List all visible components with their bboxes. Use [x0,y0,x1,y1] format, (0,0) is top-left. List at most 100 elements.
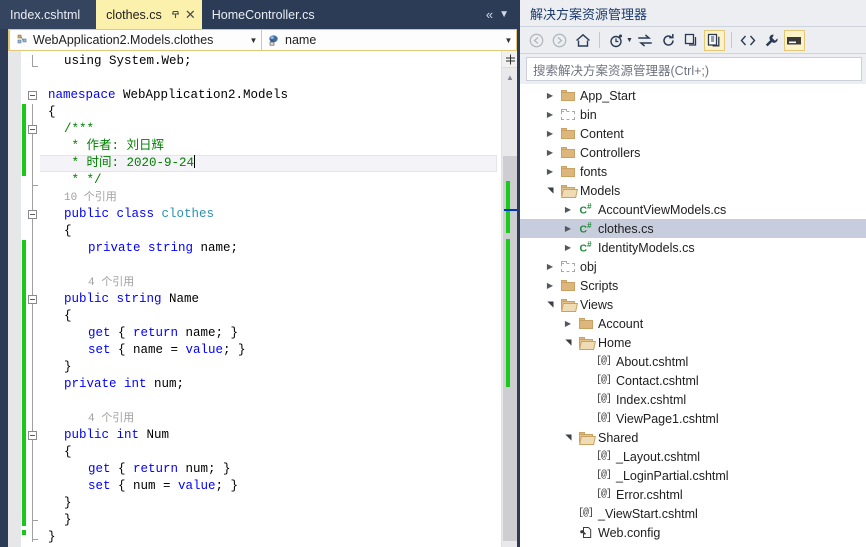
refresh-icon[interactable] [658,30,679,51]
preview-selected-items-icon[interactable] [783,29,805,51]
pin-icon[interactable] [168,6,183,23]
tree-item[interactable]: [@] Index.cshtml [520,390,866,409]
tree-item[interactable]: ▶ Controllers [520,143,866,162]
scroll-up-icon[interactable]: ▲ [502,71,517,83]
code-line: public class clothes [40,206,501,223]
tree-item[interactable]: ▶ obj [520,257,866,276]
folder-open-icon [558,299,577,310]
razor-view-icon: [@] [595,489,612,500]
tree-item[interactable]: [@] About.cshtml [520,352,866,371]
document-tab[interactable]: clothes.cs ✕ [96,0,202,29]
pending-changes-icon[interactable] [606,30,627,51]
type-dropdown[interactable]: WebApplication2.Models.clothes ▼ [8,29,262,51]
chevron-right-icon[interactable]: ▶ [542,148,558,157]
code-line: 10 个引用 [40,189,501,206]
tree-item[interactable]: ◢ Views [520,295,866,314]
tree-item[interactable]: ▶ fonts [520,162,866,181]
chevron-right-icon[interactable]: ▶ [542,281,558,290]
chevron-right-icon[interactable]: ▶ [560,319,576,328]
properties-icon[interactable] [761,30,782,51]
tree-item[interactable]: [@] Error.cshtml [520,485,866,504]
tree-item[interactable]: ▶ App_Start [520,86,866,105]
outlining-margin[interactable] [26,51,40,547]
tree-item[interactable]: [@] _Layout.cshtml [520,447,866,466]
tree-item-label: bin [580,107,597,122]
fold-toggle[interactable] [28,295,37,304]
chevron-right-icon[interactable]: ▶ [560,224,576,233]
tree-item[interactable]: ▶ Account [520,314,866,333]
code-token: ; } [223,343,246,357]
code-token: /*** [64,122,95,136]
chevron-right-icon[interactable]: ▶ [542,262,558,271]
show-all-files-icon[interactable] [703,29,725,51]
document-tab[interactable]: HomeController.cs [201,0,331,29]
solution-explorer-tree[interactable]: ▶ App_Start ▶ bin ▶ Content ▶ Controllers ▶ fonts… [520,84,866,547]
chevron-right-icon[interactable]: ▶ [542,167,558,176]
view-code-icon[interactable] [738,30,759,51]
solution-explorer-pane: 解决方案资源管理器 ▼ 搜索解决方案资源管理器(Ctrl+;) ▶ App_Sta… [517,0,866,547]
tree-item-label: _Layout.cshtml [616,449,701,464]
fold-guide-end [32,539,38,540]
chevron-down-icon[interactable]: ▼ [501,36,516,45]
tree-item[interactable]: Web.config [520,523,866,542]
document-tab-label: HomeController.cs [211,7,315,22]
fold-toggle[interactable] [28,431,37,440]
tree-item[interactable]: [@] _ViewStart.cshtml [520,504,866,523]
tree-item[interactable]: ▶ bin [520,105,866,124]
folder-dashed-icon [558,109,577,120]
code-token: { [110,326,134,340]
home-icon[interactable] [572,30,593,51]
code-text-area[interactable]: using System.Web; namespace WebApplicatio… [40,51,501,547]
chevron-right-icon[interactable]: ▶ [560,243,576,252]
solution-explorer-search-input[interactable]: 搜索解决方案资源管理器(Ctrl+;) [526,57,862,81]
vertical-scrollbar[interactable]: ▲ [501,51,517,547]
tree-item[interactable]: ▶ Content [520,124,866,143]
chevron-right-icon[interactable]: ▶ [542,110,558,119]
chevron-down-icon[interactable]: ▼ [499,9,509,20]
indicator-margin[interactable] [8,51,21,547]
chevron-right-icon[interactable]: ▶ [560,205,576,214]
tree-item-label: fonts [580,164,608,179]
visual-studio-window: Index.cshtml clothes.cs ✕ HomeController.cs… [0,0,866,547]
tree-item[interactable]: ▶ C# AccountViewModels.cs [520,200,866,219]
close-icon[interactable]: ✕ [183,6,198,23]
folder-icon [576,318,595,329]
collapse-all-icon[interactable] [681,30,702,51]
tree-item[interactable]: ▶ Scripts [520,276,866,295]
split-view-icon[interactable] [502,51,517,68]
csharp-file-icon: C# [579,202,592,217]
tree-item[interactable]: [@] Contact.cshtml [520,371,866,390]
code-token: return [133,462,179,476]
tree-item[interactable]: ▶ C# IdentityModels.cs [520,238,866,257]
code-line: } [40,495,501,512]
member-dropdown[interactable]: name ▼ [262,29,517,51]
tree-item-selected[interactable]: ▶ C# clothes.cs [520,219,866,238]
fold-guide [32,138,33,183]
tree-item[interactable]: ◢ Shared [520,428,866,447]
code-editor[interactable]: using System.Web; namespace WebApplicatio… [8,51,517,547]
tree-item[interactable]: ◢ Home [520,333,866,352]
tree-item-label: _LoginPartial.cshtml [616,468,729,483]
chevron-right-icon[interactable]: ▶ [542,91,558,100]
chevron-down-icon[interactable]: ◢ [564,430,573,446]
code-line: { [40,444,501,461]
sync-with-active-document-icon[interactable] [635,30,656,51]
chevron-double-left-icon[interactable]: « [486,7,493,22]
fold-toggle[interactable] [28,210,37,219]
tree-item[interactable]: ◢ Models [520,181,866,200]
code-token: } [64,496,72,510]
tree-item[interactable]: [@] _LoginPartial.cshtml [520,466,866,485]
tree-item[interactable]: [@] ViewPage1.cshtml [520,409,866,428]
chevron-down-icon[interactable]: ▼ [246,36,261,45]
tree-item-label: Views [580,297,614,312]
code-token: clothes [161,207,215,221]
chevron-down-icon[interactable]: ▼ [626,37,633,44]
chevron-down-icon[interactable]: ◢ [546,297,555,313]
fold-toggle[interactable] [28,91,37,100]
chevron-down-icon[interactable]: ◢ [546,183,555,199]
chevron-right-icon[interactable]: ▶ [542,129,558,138]
document-tab[interactable]: Index.cshtml [0,0,97,29]
chevron-down-icon[interactable]: ◢ [564,335,573,351]
scrollbar-caret-marker [504,209,517,211]
fold-toggle[interactable] [28,125,37,134]
